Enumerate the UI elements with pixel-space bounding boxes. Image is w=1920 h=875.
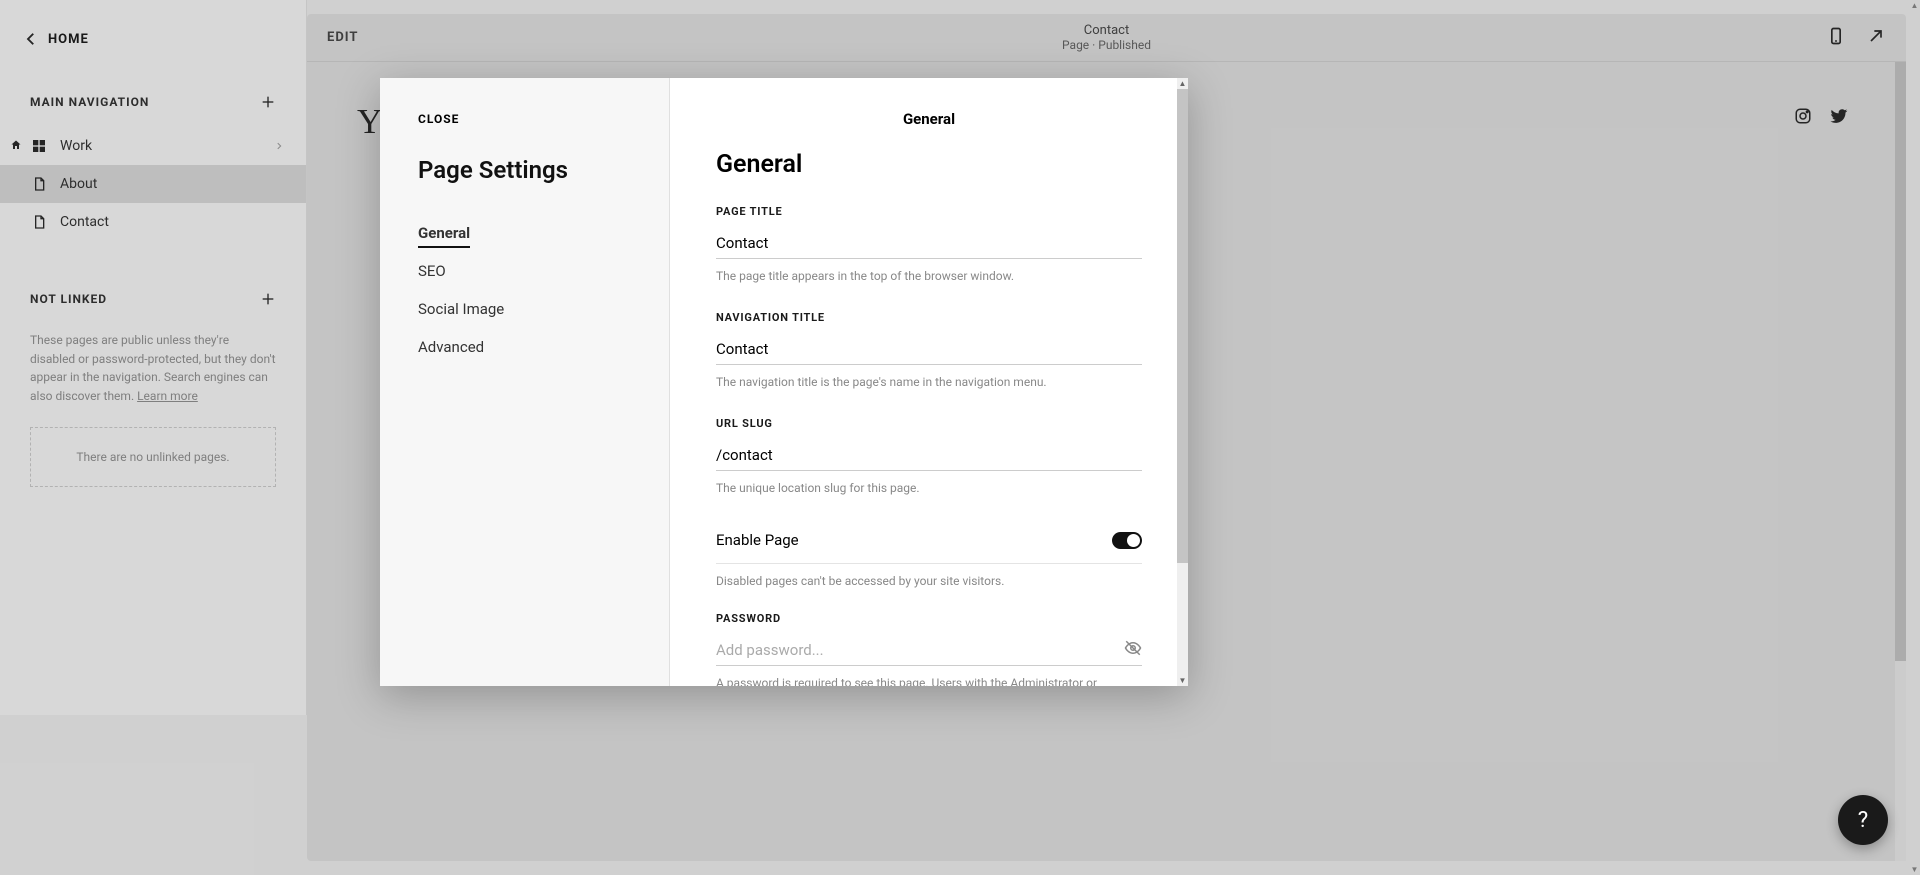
toggle-password-visibility[interactable] <box>1124 639 1142 661</box>
field-help: The unique location slug for this page. <box>716 479 1142 497</box>
page-title-field: PAGE TITLE The page title appears in the… <box>716 205 1142 285</box>
scroll-down-arrow[interactable]: ▼ <box>1909 864 1920 875</box>
section-title: General <box>716 150 1142 179</box>
url-slug-field: URL SLUG The unique location slug for th… <box>716 417 1142 497</box>
field-label: PAGE TITLE <box>716 205 1142 218</box>
tab-general[interactable]: General <box>418 218 470 248</box>
url-slug-input[interactable] <box>716 440 1142 471</box>
scroll-up-arrow[interactable]: ▲ <box>1177 78 1188 89</box>
modal-title: Page Settings <box>418 156 631 184</box>
toggle-knob <box>1127 534 1140 547</box>
tab-seo[interactable]: SEO <box>418 256 631 286</box>
close-button[interactable]: CLOSE <box>418 112 631 126</box>
field-help: The navigation title is the page's name … <box>716 373 1142 391</box>
help-button[interactable]: ? <box>1838 795 1888 845</box>
modal-content: General General PAGE TITLE The page titl… <box>670 78 1188 686</box>
modal-sidebar: CLOSE Page Settings General SEO Social I… <box>380 78 670 686</box>
password-field: PASSWORD A password is required to see t… <box>716 612 1142 686</box>
field-help: Disabled pages can't be accessed by your… <box>716 572 1142 590</box>
window-scrollbar[interactable]: ▲ ▼ <box>1909 0 1920 875</box>
page-settings-modal: CLOSE Page Settings General SEO Social I… <box>380 78 1188 686</box>
scroll-up-arrow[interactable]: ▲ <box>1909 0 1920 11</box>
tab-social-image[interactable]: Social Image <box>418 294 631 324</box>
eye-off-icon <box>1124 639 1142 657</box>
scrollbar-thumb[interactable] <box>1177 89 1188 563</box>
field-help: A password is required to see this page.… <box>716 674 1142 686</box>
modal-section-header: General <box>670 78 1188 150</box>
enable-page-label: Enable Page <box>716 531 799 549</box>
modal-scrollbar[interactable]: ▲ ▼ <box>1177 78 1188 686</box>
page-title-input[interactable] <box>716 228 1142 259</box>
field-label: NAVIGATION TITLE <box>716 311 1142 324</box>
tab-advanced[interactable]: Advanced <box>418 332 631 362</box>
password-input[interactable] <box>716 635 1142 666</box>
field-help: The page title appears in the top of the… <box>716 267 1142 285</box>
field-label: URL SLUG <box>716 417 1142 430</box>
field-label: PASSWORD <box>716 612 1142 625</box>
navigation-title-input[interactable] <box>716 334 1142 365</box>
scroll-down-arrow[interactable]: ▼ <box>1177 675 1188 686</box>
settings-tabs: General SEO Social Image Advanced <box>418 218 631 362</box>
navigation-title-field: NAVIGATION TITLE The navigation title is… <box>716 311 1142 391</box>
enable-page-toggle[interactable] <box>1112 532 1142 549</box>
enable-page-field: Enable Page Disabled pages can't be acce… <box>716 523 1142 590</box>
